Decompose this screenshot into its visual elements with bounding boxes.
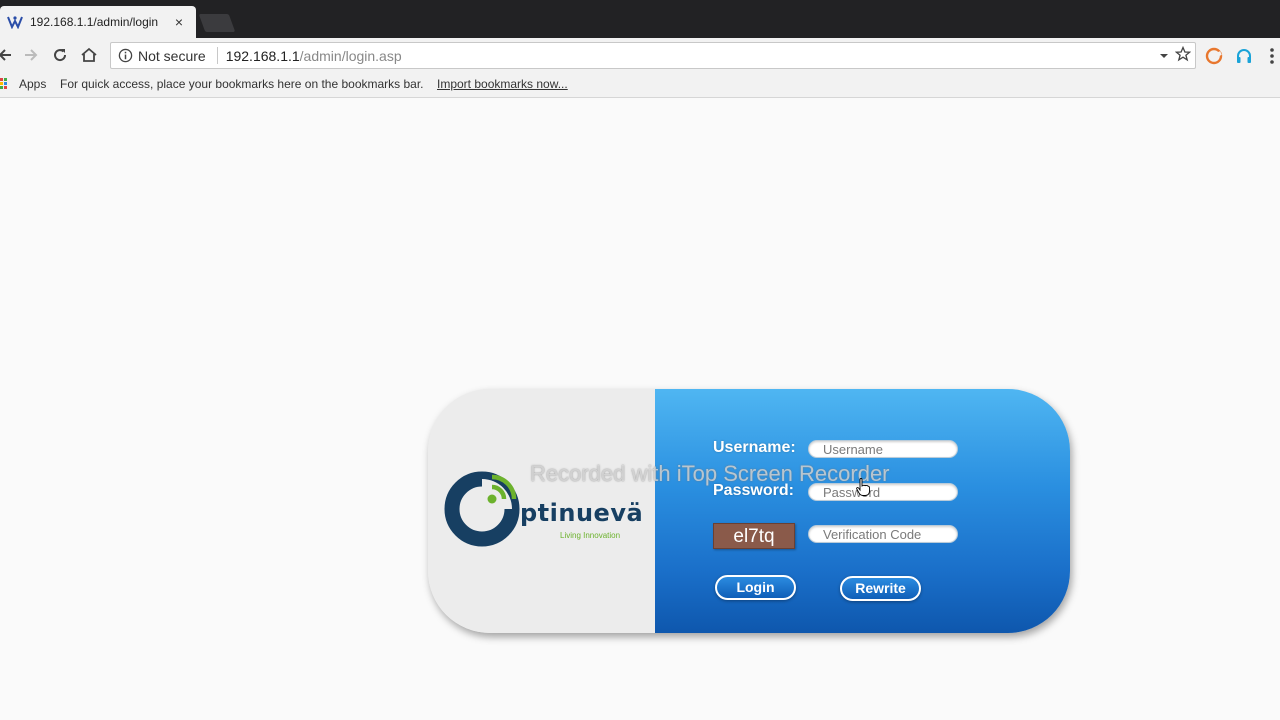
rewrite-button[interactable]: Rewrite (840, 576, 921, 601)
tab-title: 192.168.1.1/admin/login (30, 15, 159, 29)
security-label[interactable]: Not secure (138, 48, 206, 64)
reload-icon[interactable] (49, 44, 71, 66)
headphones-icon[interactable] (1234, 46, 1254, 66)
login-form-panel: Username: Password: el7tq Login Rewrite (655, 389, 1070, 633)
home-icon[interactable] (78, 44, 100, 66)
logo-tagline: Living Innovation (560, 531, 621, 540)
dropdown-icon[interactable] (1159, 48, 1169, 66)
tab-close-icon[interactable]: × (170, 14, 188, 30)
browser-toolbar: Not secure 192.168.1.1 /admin/login.asp (0, 38, 1280, 72)
import-bookmarks-link[interactable]: Import bookmarks now... (437, 77, 568, 91)
brand-panel: ptinuevä Living Innovation (428, 389, 655, 633)
browser-tab[interactable]: 192.168.1.1/admin/login × (0, 6, 196, 38)
login-card: ptinuevä Living Innovation Username: Pas… (428, 389, 1070, 633)
back-icon[interactable] (0, 44, 16, 66)
url-path: /admin/login.asp (299, 47, 402, 64)
username-input[interactable] (808, 440, 958, 458)
menu-icon[interactable] (1262, 46, 1280, 66)
router-favicon-icon (6, 14, 24, 30)
tab-strip: 192.168.1.1/admin/login × (0, 0, 1280, 38)
password-label: Password: (713, 482, 794, 499)
star-icon[interactable] (1174, 45, 1192, 67)
address-separator (216, 47, 218, 64)
logo-mark-icon (444, 471, 520, 547)
password-input[interactable] (808, 483, 958, 501)
extension-icon[interactable] (1204, 46, 1224, 66)
username-label: Username: (713, 439, 796, 456)
forward-icon[interactable] (20, 44, 42, 66)
captcha-image: el7tq (713, 523, 795, 549)
address-bar[interactable]: Not secure 192.168.1.1 /admin/login.asp (110, 42, 1196, 69)
new-tab-button[interactable] (198, 14, 236, 32)
url-host: 192.168.1.1 (225, 47, 300, 64)
optinueva-logo: ptinuevä Living Innovation (442, 465, 644, 549)
hand-cursor-icon (856, 478, 870, 496)
verification-code-input[interactable] (808, 525, 958, 543)
logo-wordmark: ptinuevä (520, 499, 644, 527)
bookmarks-hint: For quick access, place your bookmarks h… (60, 77, 424, 91)
info-icon[interactable] (117, 48, 133, 64)
login-button[interactable]: Login (715, 575, 796, 600)
bookmarks-bar: Apps For quick access, place your bookma… (0, 72, 1280, 98)
apps-grid-icon[interactable] (0, 78, 10, 90)
apps-shortcut[interactable]: Apps (19, 77, 46, 91)
